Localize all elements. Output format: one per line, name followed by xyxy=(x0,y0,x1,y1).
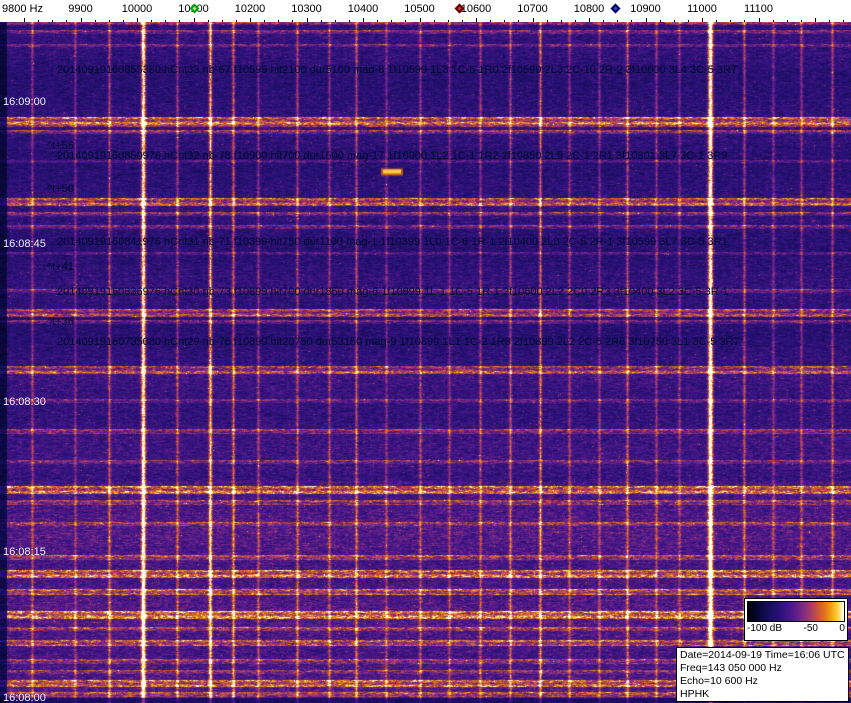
colorbar-label-mid: -50 xyxy=(803,623,818,634)
freq-tick xyxy=(292,20,294,22)
colorbar-gradient xyxy=(747,601,845,622)
info-line-date: Date=2014-09-19 Time=16:06 UTC xyxy=(680,649,845,661)
freq-tick-label: 11100 xyxy=(744,3,773,15)
freq-tick xyxy=(24,18,25,22)
freq-tick xyxy=(603,20,605,22)
freq-tick xyxy=(716,20,718,22)
colorbar-labels: -100 dB -50 0 xyxy=(745,622,847,636)
freq-tick xyxy=(165,20,167,22)
freq-tick xyxy=(179,20,181,22)
freq-tick xyxy=(363,18,364,22)
info-box: Date=2014-09-19 Time=16:06 UTC Freq=143 … xyxy=(676,647,849,702)
freq-tick xyxy=(447,20,449,22)
freq-tick xyxy=(617,20,619,22)
spectrogram-canvas xyxy=(0,22,851,703)
freq-tick xyxy=(631,20,633,22)
freq-tick xyxy=(137,18,138,22)
freq-tick xyxy=(546,20,548,22)
freq-tick xyxy=(702,18,703,22)
colorbar-label-max: 0 xyxy=(839,623,845,634)
freq-tick xyxy=(391,20,393,22)
freq-tick xyxy=(504,20,506,22)
freq-tick-label: 10300 xyxy=(291,3,322,15)
freq-tick xyxy=(490,20,492,22)
freq-tick xyxy=(532,18,534,22)
freq-tick xyxy=(476,18,477,22)
freq-tick xyxy=(334,20,336,22)
freq-tick-label: 10800 xyxy=(573,3,605,15)
freq-tick xyxy=(250,18,251,22)
freq-tick xyxy=(461,20,463,22)
freq-tick-label: 10500 xyxy=(404,3,435,15)
freq-tick xyxy=(221,20,223,22)
freq-tick xyxy=(122,20,124,22)
freq-tick-label: 10700 xyxy=(517,3,548,15)
freq-tick xyxy=(560,20,562,22)
freq-tick xyxy=(518,20,520,22)
freq-tick xyxy=(419,18,421,22)
freq-tick-label: 10600 xyxy=(460,3,492,15)
freq-tick xyxy=(772,20,774,22)
freq-tick xyxy=(52,20,54,22)
freq-tick xyxy=(730,20,732,22)
freq-tick xyxy=(348,20,350,22)
freq-tick xyxy=(673,20,675,22)
freq-marker-blue-icon xyxy=(610,3,621,14)
spectrogram-app: 9800 Hz990010000101001020010300104001050… xyxy=(0,0,851,703)
freq-tick-label: 9900 xyxy=(68,3,93,15)
freq-tick-label: 10400 xyxy=(347,3,379,15)
freq-tick xyxy=(320,20,322,22)
freq-tick xyxy=(235,20,237,22)
freq-tick xyxy=(66,20,68,22)
freq-tick xyxy=(151,20,153,22)
freq-tick xyxy=(589,18,590,22)
freq-tick xyxy=(843,20,845,22)
freq-tick xyxy=(659,20,661,22)
colorbar: -100 dB -50 0 xyxy=(744,598,848,641)
freq-tick xyxy=(800,20,802,22)
freq-tick xyxy=(264,20,266,22)
freq-tick xyxy=(815,18,816,22)
freq-tick xyxy=(433,20,435,22)
freq-tick xyxy=(829,20,831,22)
freq-tick xyxy=(574,20,576,22)
freq-tick xyxy=(744,20,746,22)
freq-axis: 9800 Hz990010000101001020010300104001050… xyxy=(0,0,851,22)
freq-tick xyxy=(278,20,280,22)
freq-tick xyxy=(193,18,195,22)
info-line-freq: Freq=143 050 000 Hz xyxy=(680,662,782,674)
freq-tick xyxy=(94,20,96,22)
freq-tick xyxy=(306,18,308,22)
freq-tick xyxy=(207,20,209,22)
freq-tick xyxy=(645,18,647,22)
freq-tick xyxy=(38,20,40,22)
freq-tick-label: 11000 xyxy=(687,3,717,15)
colorbar-label-min: -100 dB xyxy=(747,623,783,634)
info-line-echo: Echo=10 600 Hz xyxy=(680,675,758,687)
freq-tick xyxy=(687,20,689,22)
freq-tick xyxy=(786,20,788,22)
freq-tick-label: 10200 xyxy=(234,3,266,15)
freq-tick xyxy=(377,20,379,22)
info-line-station: HPHK xyxy=(680,688,710,700)
freq-tick xyxy=(405,20,407,22)
freq-tick xyxy=(80,18,82,22)
freq-tick-label: 10900 xyxy=(630,3,661,15)
freq-tick-label: 9800 Hz xyxy=(2,3,43,15)
freq-tick xyxy=(108,20,110,22)
freq-tick-label: 10000 xyxy=(121,3,153,15)
freq-tick xyxy=(758,18,760,22)
